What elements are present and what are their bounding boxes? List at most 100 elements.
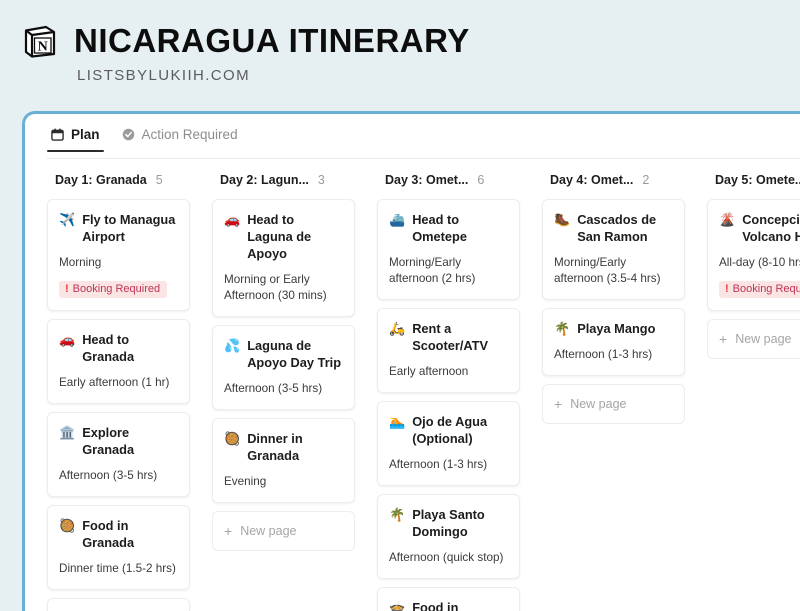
card-title: Ojo de Agua (Optional) [412, 414, 488, 446]
plus-icon: + [554, 396, 563, 412]
card-title: Head to Laguna de Apoyo [247, 212, 312, 261]
column-title: Day 3: Omet... [385, 173, 469, 187]
board-column-2: Day 2: Lagun... 3 🚗 Head to Laguna de Apoyo… [212, 173, 377, 611]
card-playa-mango[interactable]: 🌴 Playa Mango Afternoon (1-3 hrs) [542, 308, 685, 376]
card-subtitle: Afternoon (3-5 hrs) [59, 469, 158, 482]
card-concepci-n-maderas-volcano-hike[interactable]: 🌋 Concepción/Maderas Volcano Hike All-day … [707, 199, 800, 311]
card-head-to-laguna-de-apoyo[interactable]: 🚗 Head to Laguna de Apoyo Morning or Early… [212, 199, 355, 317]
swimmer-icon: 🏊 [389, 414, 406, 429]
card-title-row: 🌴 Playa Mango [554, 320, 673, 337]
card-list: ✈️ Fly to Managua Airport Morning! Booking … [47, 199, 190, 611]
card-subtitle: Morning/Early afternoon (3.5-4 hrs) [554, 256, 661, 285]
card-title: Cascados de San Ramon [577, 212, 657, 244]
card-title: Food in Granada [82, 518, 135, 550]
card-laguna-de-apoyo-day-trip[interactable]: 💦 Laguna de Apoyo Day Trip Afternoon (3-5 … [212, 325, 355, 410]
status-badge-label: Booking Required [72, 283, 161, 295]
card-subtitle: Afternoon (1-3 hrs) [389, 458, 488, 471]
ferry-icon: ⛴️ [389, 212, 406, 227]
card-subtitle: Early afternoon (1 hr) [59, 376, 170, 389]
card-list: ⛴️ Head to Ometepe Morning/Early afternoon… [377, 199, 520, 611]
car-icon: 🚗 [224, 212, 241, 227]
card-subtitle: Evening [224, 475, 267, 488]
site-url-label: LISTSBYLUKIIH.COM [77, 67, 251, 84]
column-header-1[interactable]: Day 1: Granada 5 [47, 173, 190, 199]
column-count: 3 [317, 173, 325, 187]
column-header-3[interactable]: Day 3: Omet... 6 [377, 173, 520, 199]
card-title-row: ⛴️ Head to Ometepe [389, 211, 508, 245]
food-pan-icon: 🥘 [59, 518, 76, 533]
status-badge: !Booking Required [719, 281, 800, 298]
column-title: Day 1: Granada [55, 173, 147, 187]
card-subtitle: Early afternoon [389, 365, 469, 378]
plus-icon: + [719, 331, 728, 347]
card-title-row: 🚗 Head to Laguna de Apoyo [224, 211, 343, 262]
card-title-row: 🌋 Concepción/Maderas Volcano Hike [719, 211, 800, 245]
card-head-to-granada[interactable]: 🚗 Head to Granada Early afternoon (1 hr) [47, 319, 190, 404]
hiking-boot-icon: 🥾 [554, 212, 571, 227]
new-page-button[interactable]: + New page [542, 384, 685, 424]
exclamation-icon: ! [65, 283, 69, 295]
column-header-2[interactable]: Day 2: Lagun... 3 [212, 173, 355, 199]
column-count: 2 [642, 173, 650, 187]
card-head-to-ometepe[interactable]: ⛴️ Head to Ometepe Morning/Early afternoon… [377, 199, 520, 300]
board-column-5: Day 5: Omete... 🌋 Concepción/Maderas Volca… [707, 173, 800, 611]
board-column-3: Day 3: Omet... 6 ⛴️ Head to Ometepe Morning/… [377, 173, 542, 611]
card-rent-a-scooter-atv[interactable]: 🛵 Rent a Scooter/ATV Early afternoon [377, 308, 520, 393]
card-explore-granada[interactable]: 🏛️ Explore Granada Afternoon (3-5 hrs) [47, 412, 190, 497]
check-circle-icon [122, 128, 135, 141]
new-page-button[interactable]: + New page [212, 511, 355, 551]
card-subtitle: Dinner time (1.5-2 hrs) [59, 562, 176, 575]
card-title-row: 🥘 Food in Granada [59, 517, 178, 551]
column-count: 5 [155, 173, 163, 187]
column-header-5[interactable]: Day 5: Omete... [707, 173, 800, 199]
card-list: 🌋 Concepción/Maderas Volcano Hike All-day … [707, 199, 800, 359]
card-title-row: 💦 Laguna de Apoyo Day Trip [224, 337, 343, 371]
card-title: Explore Granada [82, 425, 135, 457]
card-title: Playa Santo Domingo [412, 507, 485, 539]
classical-building-icon: 🏛️ [59, 425, 76, 440]
card-subtitle: Afternoon (quick stop) [389, 551, 504, 564]
column-count: 6 [477, 173, 485, 187]
kanban-board: Day 1: Granada 5 ✈️ Fly to Managua Airport M… [25, 159, 800, 611]
status-badge: !Booking Required [59, 281, 168, 298]
new-page-button[interactable]: + New page [707, 319, 800, 359]
card-food-in-granada[interactable]: 🥘 Food in Granada Dinner time (1.5-2 hrs) [47, 505, 190, 590]
card-title: Playa Mango [577, 321, 656, 336]
board-column-1: Day 1: Granada 5 ✈️ Fly to Managua Airport M… [47, 173, 212, 611]
card-title-row: 🛵 Rent a Scooter/ATV [389, 320, 508, 354]
card-playa-santo-domingo[interactable]: 🌴 Playa Santo Domingo Afternoon (quick sto… [377, 494, 520, 579]
tab-action-required-label: Action Required [141, 127, 238, 142]
card-title: Dinner in Granada [247, 431, 303, 463]
column-title: Day 4: Omet... [550, 173, 634, 187]
card-dinner-in-granada[interactable]: 🥘 Dinner in Granada Evening [212, 418, 355, 503]
card-list: 🚗 Head to Laguna de Apoyo Morning or Early… [212, 199, 355, 551]
notion-board-panel: Plan Action Required Day 1: Granada 5 ✈️ Fl… [22, 111, 800, 611]
card-food-in-ometepe[interactable]: 🍲Food in OmetepeDinner time [377, 587, 520, 611]
card-title: Food in Ometepe [412, 600, 459, 611]
card-cascados-de-san-ramon[interactable]: 🥾 Cascados de San Ramon Morning/Early afte… [542, 199, 685, 300]
volcano-icon: 🌋 [719, 212, 736, 227]
page-header: N NICARAGUA ITINERARY LISTSBYLUKIIH.COM [0, 0, 800, 84]
tab-plan[interactable]: Plan [47, 127, 108, 152]
exclamation-icon: ! [725, 283, 729, 295]
view-tabs-bar: Plan Action Required [25, 114, 800, 159]
card-ojo-de-agua-optional[interactable]: 🏊 Ojo de Agua (Optional) Afternoon (1-3 hr… [377, 401, 520, 486]
notion-logo-icon: N [22, 23, 58, 59]
tab-action-required[interactable]: Action Required [118, 127, 246, 152]
new-page-label: New page [735, 332, 792, 346]
tabs-divider [47, 158, 800, 159]
plus-icon: + [224, 523, 233, 539]
status-badge-label: Booking Required [732, 283, 800, 295]
card-title-row: ✈️ Fly to Managua Airport [59, 211, 178, 245]
board-column-4: Day 4: Omet... 2 🥾 Cascados de San Ramon Mor… [542, 173, 707, 611]
palm-tree-icon: 🌴 [389, 507, 406, 522]
column-header-4[interactable]: Day 4: Omet... 2 [542, 173, 685, 199]
card-fly-to-managua-airport[interactable]: ✈️ Fly to Managua Airport Morning! Booking … [47, 199, 190, 311]
food-pan-icon: 🥘 [224, 431, 241, 446]
card-subtitle: Afternoon (3-5 hrs) [224, 382, 323, 395]
card-title-row: 🥘 Dinner in Granada [224, 430, 343, 464]
card-subtitle: Afternoon (1-3 hrs) [554, 348, 653, 361]
new-page-label: New page [570, 397, 627, 411]
tab-plan-label: Plan [71, 127, 100, 142]
car-icon: 🚗 [59, 332, 76, 347]
